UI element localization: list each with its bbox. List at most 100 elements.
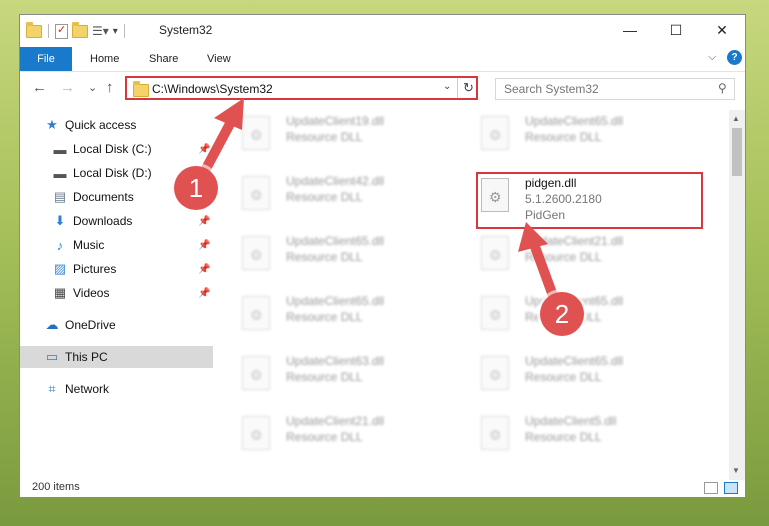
toolbar-divider xyxy=(123,24,125,38)
close-button[interactable]: ✕ xyxy=(699,15,745,45)
item-count: 200 items xyxy=(32,481,80,493)
sidebar-item-downloads[interactable]: ⬇ Downloads 📌 xyxy=(20,210,213,232)
dll-file-icon xyxy=(481,416,509,450)
file-type: Resource DLL xyxy=(286,130,363,144)
star-icon: ★ xyxy=(46,117,58,132)
file-name: UpdateClient63.dll xyxy=(286,354,385,368)
sidebar-item-music[interactable]: ♪ Music 📌 xyxy=(20,234,213,256)
list-item[interactable]: UpdateClient65.dll Resource DLL xyxy=(475,290,700,342)
recent-locations-button[interactable]: ⌄ xyxy=(88,81,97,94)
videos-icon: ▦ xyxy=(53,285,67,300)
list-item[interactable]: UpdateClient21.dll Resource DLL xyxy=(236,410,461,462)
up-button[interactable]: ↑ xyxy=(106,79,114,96)
properties-icon[interactable] xyxy=(55,23,68,39)
file-name: UpdateClient65.dll xyxy=(525,114,624,128)
tab-file[interactable]: File xyxy=(20,47,72,71)
pin-icon[interactable]: 📌 xyxy=(198,144,210,155)
sidebar-item-network[interactable]: ⌗ Network xyxy=(20,378,213,400)
sidebar-item-label: Downloads xyxy=(73,214,133,228)
address-dropdown-icon[interactable]: ⌄ xyxy=(443,81,451,92)
sidebar-item-label: This PC xyxy=(65,350,108,364)
dll-file-icon xyxy=(242,416,270,450)
network-icon: ⌗ xyxy=(48,381,56,396)
download-icon: ⬇ xyxy=(54,213,66,228)
file-type: Resource DLL xyxy=(286,430,363,444)
music-icon: ♪ xyxy=(56,237,64,253)
quick-access-toolbar: ☰▾ ▾ xyxy=(26,21,127,40)
sidebar-item-onedrive[interactable]: ☁ OneDrive xyxy=(20,314,213,336)
list-item[interactable]: UpdateClient19.dll Resource DLL xyxy=(236,110,461,162)
file-type: Resource DLL xyxy=(525,130,602,144)
file-type: Resource DLL xyxy=(286,370,363,384)
dll-file-icon xyxy=(481,296,509,330)
address-divider xyxy=(457,78,458,98)
minimize-button[interactable]: — xyxy=(607,15,653,45)
customize-toolbar-icon[interactable]: ☰▾ xyxy=(92,24,109,38)
explorer-window: ☰▾ ▾ System32 — ☐ ✕ File Home Share View… xyxy=(19,14,746,498)
dll-file-icon xyxy=(242,176,270,210)
refresh-icon[interactable]: ↻ xyxy=(463,80,474,96)
dll-file-icon xyxy=(242,236,270,270)
sidebar-item-label: Network xyxy=(65,382,110,396)
file-type: Resource DLL xyxy=(286,190,363,204)
address-path[interactable]: C:\Windows\System32 xyxy=(152,82,273,96)
sidebar-item-local-disk-c[interactable]: ▬ Local Disk (C:) 📌 xyxy=(20,138,213,160)
new-folder-icon[interactable] xyxy=(72,21,88,38)
file-type: Resource DLL xyxy=(525,370,602,384)
search-input[interactable] xyxy=(502,81,706,97)
sidebar-item-label: Videos xyxy=(73,286,110,300)
expand-ribbon-icon[interactable]: ⌵ xyxy=(708,51,716,64)
pin-icon[interactable]: 📌 xyxy=(198,240,210,251)
drive-icon: ▬ xyxy=(53,165,67,181)
tiles-view-icon[interactable] xyxy=(724,482,738,494)
file-type: Resource DLL xyxy=(525,430,602,444)
file-type: Resource DLL xyxy=(525,250,602,264)
list-item[interactable]: UpdateClient42.dll Resource DLL xyxy=(236,170,461,222)
tab-share[interactable]: Share xyxy=(149,47,178,71)
sidebar-item-this-pc[interactable]: ▭ This PC xyxy=(20,346,213,368)
folder-icon xyxy=(133,81,149,97)
sidebar-item-quick-access[interactable]: ★ Quick access xyxy=(20,114,213,136)
back-button[interactable]: ← xyxy=(32,79,47,96)
scrollbar-thumb[interactable] xyxy=(732,128,742,176)
scroll-up-icon[interactable]: ▲ xyxy=(732,114,740,123)
window-title: System32 xyxy=(159,23,213,37)
forward-button[interactable]: → xyxy=(60,79,75,96)
search-box[interactable]: ⚲ xyxy=(495,78,735,100)
pin-icon[interactable]: 📌 xyxy=(198,288,210,299)
list-item[interactable]: UpdateClient65.dll Resource DLL xyxy=(475,350,700,402)
sidebar-item-label: Local Disk (D:) xyxy=(73,166,152,180)
file-name: UpdateClient19.dll xyxy=(286,114,385,128)
file-name: UpdateClient21.dll xyxy=(525,234,624,248)
status-bar: 200 items xyxy=(20,480,745,497)
help-icon[interactable]: ? xyxy=(727,50,742,65)
tab-home[interactable]: Home xyxy=(90,47,119,71)
list-item[interactable]: UpdateClient65.dll Resource DLL xyxy=(475,110,700,162)
file-type: Resource DLL xyxy=(286,250,363,264)
documents-icon: ▤ xyxy=(53,189,67,204)
list-item[interactable]: UpdateClient63.dll Resource DLL xyxy=(236,350,461,402)
maximize-button[interactable]: ☐ xyxy=(653,15,699,45)
pin-icon[interactable]: 📌 xyxy=(198,264,210,275)
pin-icon[interactable]: 📌 xyxy=(198,216,210,227)
scroll-down-icon[interactable]: ▼ xyxy=(732,466,740,475)
file-name: UpdateClient65.dll xyxy=(286,294,385,308)
tab-view[interactable]: View xyxy=(207,47,231,71)
toolbar-dropdown-icon[interactable]: ▾ xyxy=(113,26,118,37)
toolbar-divider xyxy=(48,24,49,38)
sidebar-item-label: Music xyxy=(73,238,105,252)
search-icon: ⚲ xyxy=(718,81,727,95)
sidebar-item-pictures[interactable]: ▨ Pictures 📌 xyxy=(20,258,213,280)
list-item[interactable]: UpdateClient5.dll Resource DLL xyxy=(475,410,700,462)
dll-file-icon xyxy=(242,356,270,390)
list-item[interactable]: UpdateClient65.dll Resource DLL xyxy=(236,230,461,282)
address-bar[interactable]: C:\Windows\System32 ⌄ ↻ xyxy=(125,76,478,100)
list-item[interactable]: UpdateClient21.dll Resource DLL xyxy=(475,230,700,282)
computer-icon: ▭ xyxy=(45,349,59,364)
sidebar-item-label: Documents xyxy=(73,190,134,204)
list-item[interactable]: UpdateClient65.dll Resource DLL xyxy=(236,290,461,342)
details-view-icon[interactable] xyxy=(704,482,718,494)
vertical-scrollbar[interactable]: ▲ ▼ xyxy=(729,110,745,480)
sidebar-item-videos[interactable]: ▦ Videos 📌 xyxy=(20,282,213,304)
ribbon-tabs: File Home Share View ⌵ ? xyxy=(20,47,745,72)
